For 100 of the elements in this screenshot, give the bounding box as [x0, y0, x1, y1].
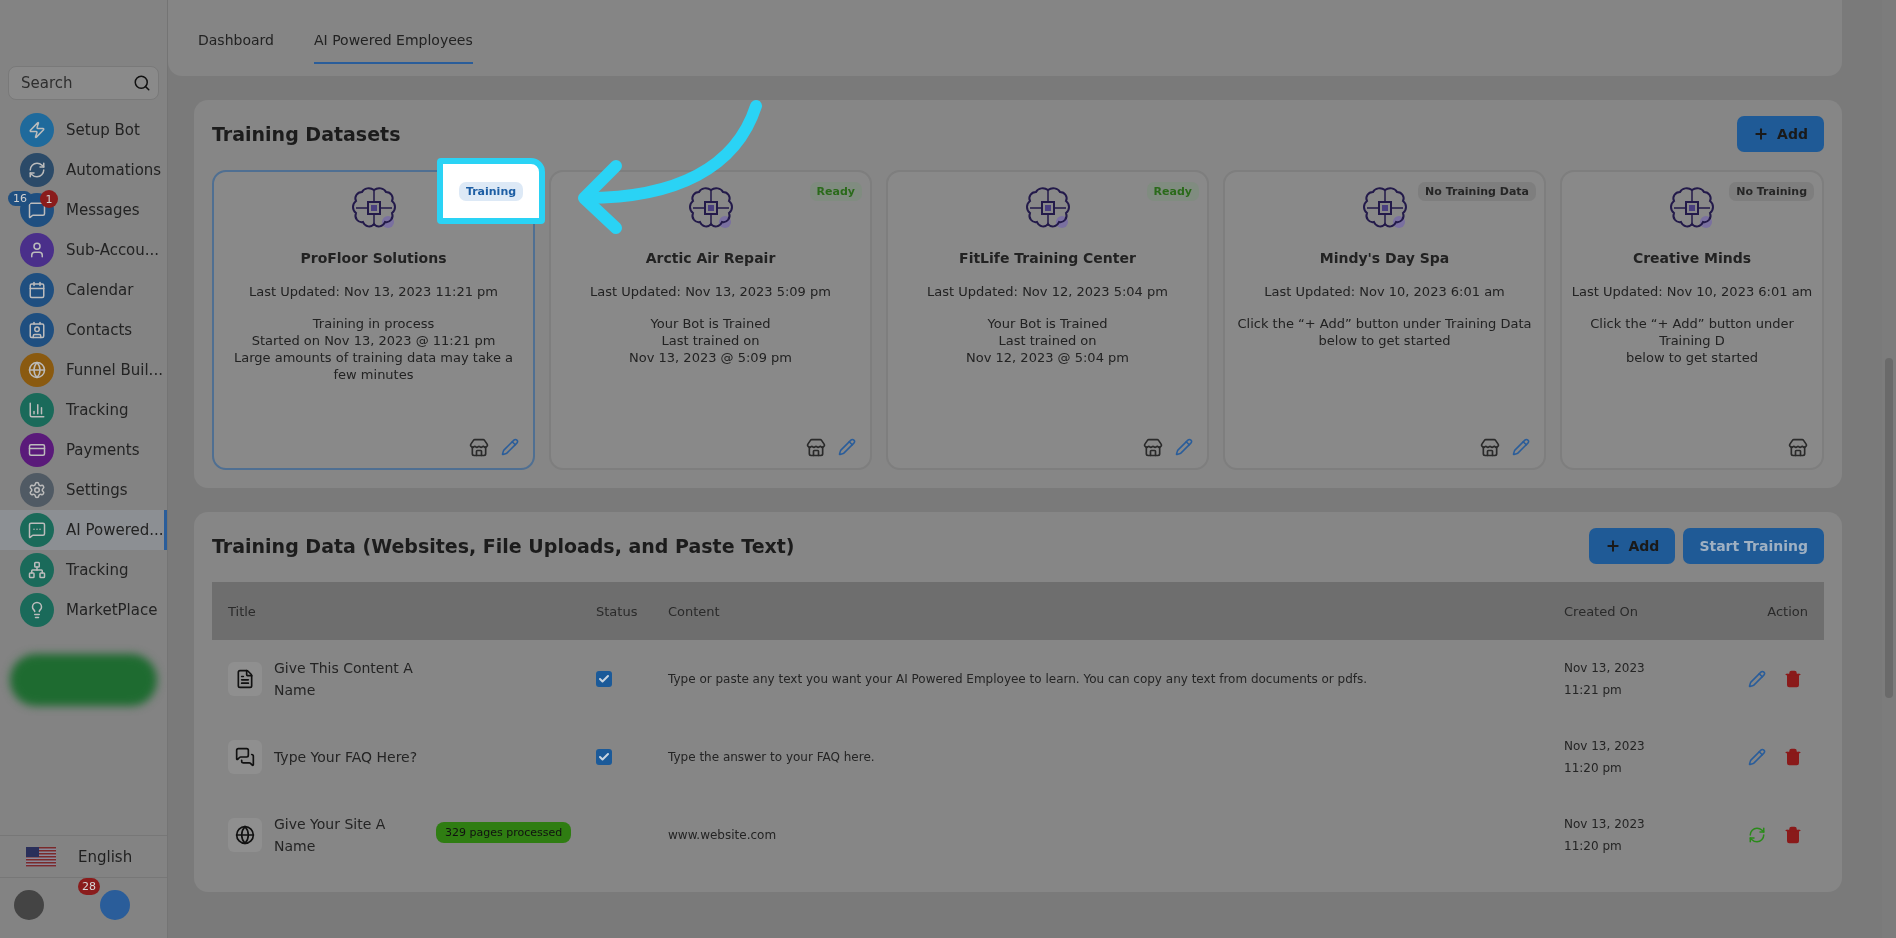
search-field[interactable]: Search — [8, 66, 159, 100]
flag-icon — [26, 846, 56, 867]
card-text: Training in process — [311, 315, 436, 332]
status-checkbox[interactable] — [596, 749, 612, 765]
last-updated: Last Updated: Nov 12, 2023 5:04 pm — [927, 284, 1168, 299]
row-title: Give This Content A Name — [274, 659, 414, 700]
last-updated: Last Updated: Nov 13, 2023 5:09 pm — [590, 284, 831, 299]
section-title: Training Datasets — [212, 123, 401, 145]
store-icon[interactable] — [1788, 438, 1808, 458]
created-time: 11:20 pm — [1564, 838, 1623, 855]
column-header: Title — [227, 603, 257, 619]
tab[interactable]: AI Powered Employees — [313, 32, 473, 64]
pages-processed-badge: 329 pages processed — [436, 822, 572, 843]
created-date: Nov 13, 2023 — [1564, 738, 1646, 755]
alert-badge: 1 — [40, 190, 58, 208]
card-text: Nov 13, 2023 @ 5:09 pm — [629, 349, 792, 366]
notification-badge: 28 — [78, 878, 100, 895]
edit-icon[interactable] — [838, 438, 856, 458]
search-icon[interactable] — [133, 74, 151, 92]
edit-icon[interactable] — [1748, 670, 1766, 688]
dataset-name: ProFloor Solutions — [300, 250, 447, 266]
sidebar-item[interactable]: Sub-Accou... — [0, 230, 167, 270]
content-text: www.website.com — [667, 828, 778, 842]
card-text: below to get started — [1625, 349, 1759, 366]
status-badge: Training — [458, 181, 524, 201]
start-training-button[interactable]: Start Training — [1683, 528, 1824, 564]
delete-icon[interactable] — [1784, 670, 1802, 688]
edit-icon[interactable] — [501, 438, 519, 458]
card-text: Last trained on — [997, 332, 1098, 349]
check-icon — [598, 673, 610, 685]
column-header: Content — [667, 603, 721, 619]
status-badge: Ready — [1146, 182, 1199, 201]
sidebar-item[interactable]: Calendar — [0, 270, 167, 310]
edit-icon[interactable] — [1748, 748, 1766, 766]
status-badge: No Training — [1729, 182, 1814, 201]
last-updated: Last Updated: Nov 13, 2023 11:21 pm — [248, 284, 499, 299]
sidebar-item[interactable]: Funnel Buil... — [0, 350, 167, 390]
card-text: Last trained on — [660, 332, 761, 349]
column-header: Status — [595, 603, 639, 619]
check-icon — [598, 751, 610, 763]
language-selector[interactable]: English — [0, 836, 167, 878]
card-text: Started on Nov 13, 2023 @ 11:21 pm — [250, 332, 497, 349]
globe-icon — [228, 818, 262, 852]
add-button[interactable]: Add — [1737, 116, 1824, 152]
section-title: Training Data (Websites, File Uploads, and Paste Text) — [212, 535, 795, 557]
last-updated: Last Updated: Nov 10, 2023 6:01 am — [1264, 284, 1505, 299]
avatar-icon[interactable] — [14, 890, 44, 920]
help-icon[interactable] — [100, 890, 130, 920]
sidebar-item[interactable]: Payments — [0, 430, 167, 470]
column-header: Created On — [1563, 603, 1640, 619]
created-date: Nov 13, 2023 — [1564, 660, 1646, 677]
edit-icon[interactable] — [1512, 438, 1530, 458]
edit-icon[interactable] — [1175, 438, 1193, 458]
dataset-card[interactable]: No Training Creative Minds Last Updated: Nov 10, 2023 6:01 am Click the “+ Add” button under Training D below to get started — [1560, 170, 1824, 470]
sidebar-item[interactable]: Automations — [0, 150, 167, 190]
store-icon[interactable] — [1480, 438, 1500, 458]
sidebar-item[interactable]: AI Powered... — [0, 510, 167, 550]
created-time: 11:21 pm — [1564, 682, 1623, 699]
card-text: Large amounts of training data may take a few minutes — [233, 349, 514, 383]
card-text: Click the “+ Add” button under Training Data below to get started — [1236, 315, 1533, 349]
content-text: Type the answer to your FAQ here. — [667, 750, 876, 764]
column-header: Action — [1766, 603, 1809, 619]
dataset-card[interactable]: Ready FitLife Training Center Last Updated: Nov 12, 2023 5:04 pm Your Bot is Trained Last trained on Nov 12, 2023 @ 5:04 pm — [886, 170, 1209, 470]
delete-icon[interactable] — [1784, 748, 1802, 766]
dataset-name: FitLife Training Center — [959, 250, 1136, 266]
sidebar-item[interactable]: Setup Bot — [0, 110, 167, 150]
dataset-name: Mindy's Day Spa — [1319, 250, 1450, 266]
card-text: Your Bot is Trained — [649, 315, 772, 332]
dataset-name: Creative Minds — [1632, 250, 1752, 266]
sidebar-item[interactable]: Settings — [0, 470, 167, 510]
delete-icon[interactable] — [1784, 826, 1802, 844]
dataset-card[interactable]: No Training Data Mindy's Day Spa Last Updated: Nov 10, 2023 6:01 am Click the “+ Add” button under Training Data below to get started — [1223, 170, 1546, 470]
sidebar-item[interactable]: Contacts — [0, 310, 167, 350]
last-updated: Last Updated: Nov 10, 2023 6:01 am — [1571, 284, 1813, 299]
store-icon[interactable] — [806, 438, 826, 458]
tab[interactable]: Dashboard — [198, 32, 274, 64]
sidebar-item[interactable]: Messages 16 1 — [0, 190, 167, 230]
created-time: 11:20 pm — [1564, 760, 1623, 777]
row-title: Type Your FAQ Here? — [274, 748, 419, 767]
card-text: Your Bot is Trained — [986, 315, 1109, 332]
created-date: Nov 13, 2023 — [1564, 816, 1646, 833]
card-text: Nov 12, 2023 @ 5:04 pm — [966, 349, 1129, 366]
row-title: Give Your Site A Name — [274, 815, 387, 856]
dataset-name: Arctic Air Repair — [645, 250, 776, 266]
store-icon[interactable] — [469, 438, 489, 458]
sidebar-item[interactable]: MarketPlace — [0, 590, 167, 630]
add-button[interactable]: Add — [1588, 528, 1676, 564]
count-badge: 16 — [8, 191, 32, 206]
plus-icon — [1604, 538, 1621, 554]
store-icon[interactable] — [1143, 438, 1163, 458]
status-checkbox[interactable] — [596, 671, 612, 687]
content-text: Type or paste any text you want your AI Powered Employee to learn. You can copy any text from documents or pdfs. — [667, 672, 1369, 686]
document-icon — [228, 662, 262, 696]
sidebar-item[interactable]: Tracking — [0, 550, 167, 590]
status-badge: Ready — [809, 182, 862, 201]
language-label: English — [78, 847, 133, 866]
speech-bubbles-icon — [228, 740, 262, 774]
dataset-card[interactable]: Ready Arctic Air Repair Last Updated: Nov 13, 2023 5:09 pm Your Bot is Trained Last trained on Nov 13, 2023 @ 5:09 pm — [549, 170, 872, 470]
sidebar-item[interactable]: Tracking — [0, 390, 167, 430]
blurred-button[interactable] — [10, 654, 157, 706]
